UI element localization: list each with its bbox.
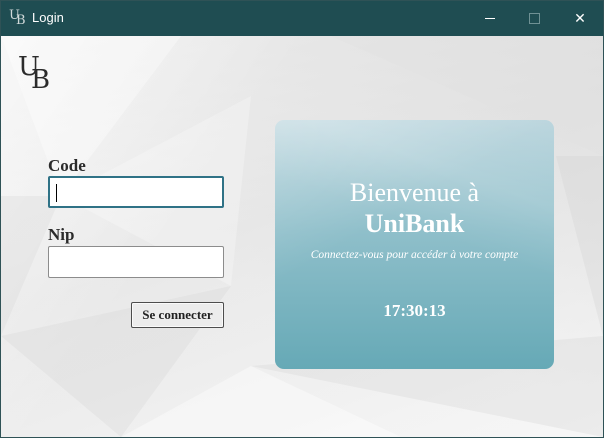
text-caret xyxy=(56,184,57,202)
card-sheen xyxy=(275,120,554,369)
close-icon: ✕ xyxy=(574,10,586,27)
title-bar[interactable]: U B Login ✕ xyxy=(1,1,603,36)
clock-time: 17:30:13 xyxy=(383,301,446,320)
code-label: Code xyxy=(48,156,86,175)
nip-label: Nip xyxy=(48,225,75,244)
login-window: U B Login ✕ U B Code Nip Se connecter Bi… xyxy=(0,0,604,438)
code-field[interactable] xyxy=(48,176,224,208)
minimize-icon xyxy=(485,18,495,19)
nip-field[interactable] xyxy=(48,246,224,278)
maximize-button xyxy=(511,1,557,36)
maximize-icon xyxy=(528,13,540,24)
bank-name: UniBank xyxy=(364,209,465,238)
unibank-logo-icon: U B xyxy=(9,8,26,28)
content-area: U B Code Nip Se connecter Bienvenue à Un… xyxy=(1,36,603,437)
unibank-logo: U B xyxy=(18,52,51,95)
nip-input[interactable] xyxy=(49,247,223,277)
welcome-card: Bienvenue à UniBank Connectez-vous pour … xyxy=(275,120,554,369)
connect-button[interactable]: Se connecter xyxy=(131,302,224,328)
code-input[interactable] xyxy=(50,178,222,206)
window-title: Login xyxy=(32,10,64,25)
minimize-button[interactable] xyxy=(467,1,513,36)
welcome-text: Bienvenue à xyxy=(349,178,480,207)
close-button[interactable]: ✕ xyxy=(557,1,603,36)
card-subtitle: Connectez-vous pour accéder à votre comp… xyxy=(310,249,519,261)
